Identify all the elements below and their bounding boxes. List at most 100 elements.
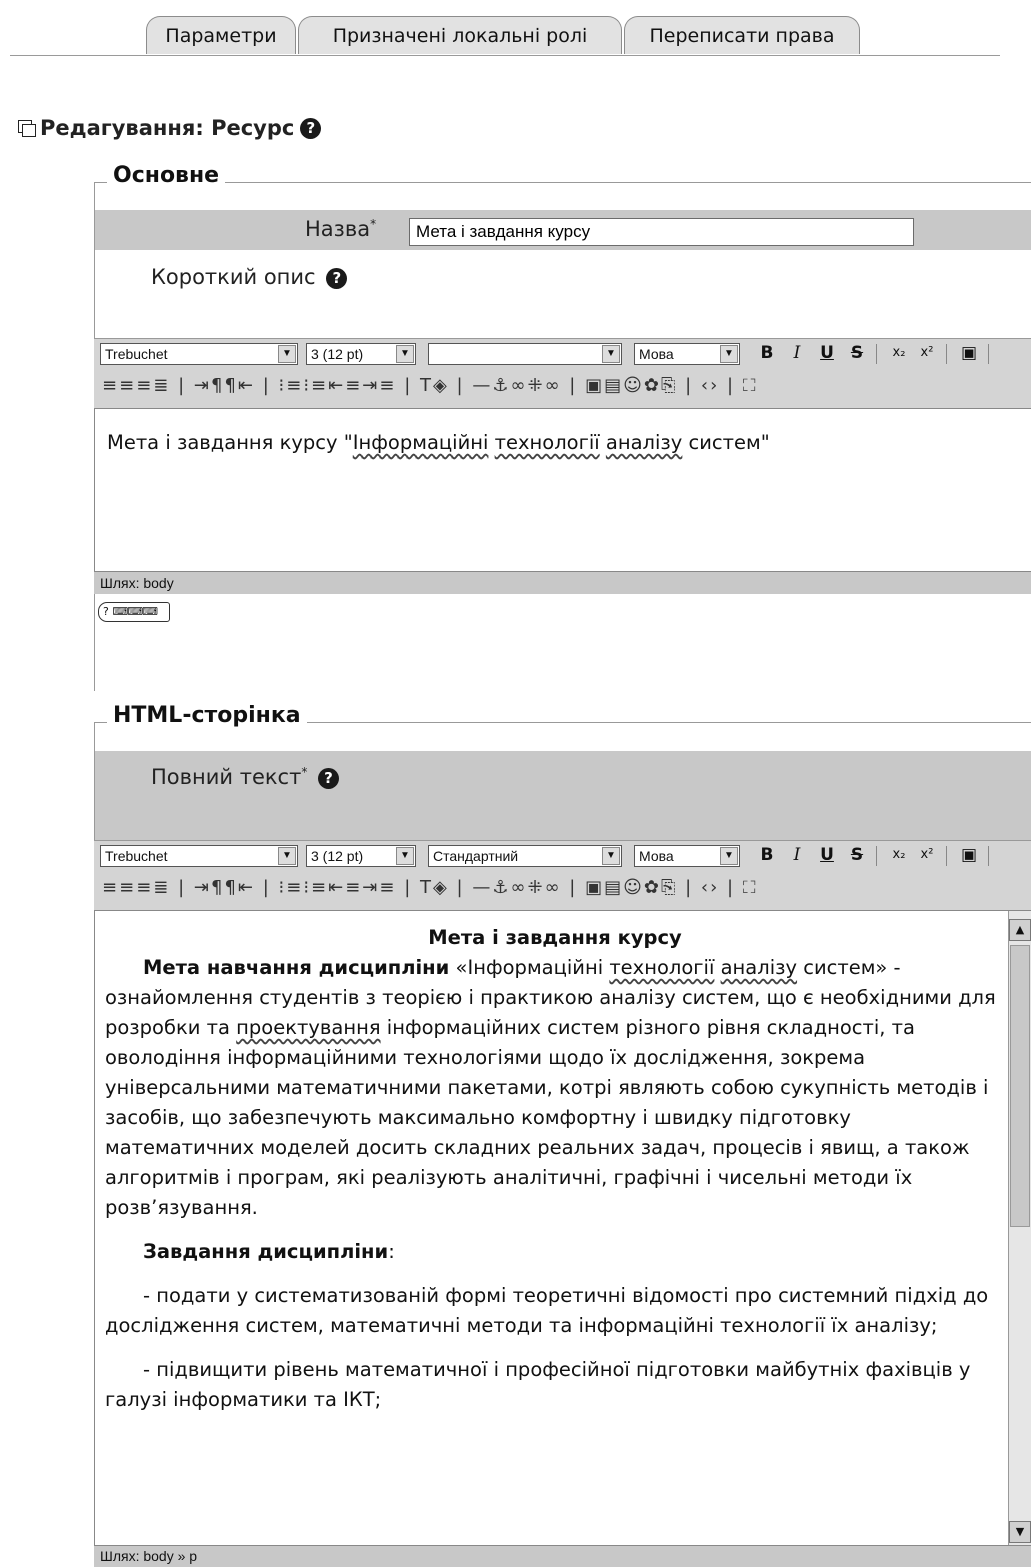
tab-parameters[interactable]: Параметри (146, 16, 296, 54)
font-select[interactable]: Trebuchet ▼ (100, 343, 298, 365)
page-title-text: Редагування: Ресурс (40, 116, 295, 140)
text-color-icon[interactable]: T (420, 877, 433, 898)
italic-button[interactable]: I (784, 844, 810, 866)
lang-select[interactable]: Мова ▼ (634, 343, 740, 365)
search-replace-icon[interactable]: ⎘ (661, 877, 677, 898)
collapse-icon[interactable] (18, 120, 36, 137)
clean-word-icon[interactable]: ▣ (956, 342, 982, 364)
scroll-up-icon[interactable]: ▲ (1009, 919, 1031, 941)
required-mark: * (370, 217, 377, 231)
clean-word-icon[interactable]: ▣ (956, 844, 982, 866)
subscript-button[interactable]: x₂ (886, 844, 912, 866)
style-select[interactable]: Стандартний ▼ (428, 845, 622, 867)
size-select[interactable]: 3 (12 pt) ▼ (306, 343, 416, 365)
link-icon[interactable]: ∞ (510, 877, 527, 898)
outdent-icon[interactable]: ⇤≡ (328, 877, 362, 898)
html-source-icon[interactable]: ‹› (701, 375, 719, 396)
bg-color-icon[interactable]: ◈ (433, 877, 449, 898)
indent-icon[interactable]: ⇥≡ (362, 375, 396, 396)
image-icon[interactable]: ▣ (585, 877, 604, 898)
fulltext-editor[interactable]: Мета і завдання курсу Мета навчання дисц… (94, 910, 1031, 1546)
nolink-icon[interactable]: ∞ (545, 375, 562, 396)
hr-icon[interactable]: — (472, 877, 492, 898)
table-icon[interactable]: ▤ (604, 375, 623, 396)
content-paragraph: - подати у систематизованій формі теорет… (105, 1284, 989, 1337)
ordered-list-icon[interactable]: ⁝≡ (279, 877, 304, 898)
bg-color-icon[interactable]: ◈ (433, 375, 449, 396)
legend-general: Основне (107, 163, 226, 188)
nolink-icon[interactable]: ∞ (545, 877, 562, 898)
unlink-icon[interactable]: ⁜ (527, 877, 544, 898)
editor-scrollbar[interactable]: ▲ ▼ (1008, 911, 1031, 1545)
legend-html: HTML-сторінка (107, 703, 307, 728)
summary-label: Короткий опис ? (151, 265, 348, 289)
toolbar-separator (946, 846, 947, 866)
smiley-icon[interactable]: ☺ (623, 877, 644, 898)
strike-button[interactable]: S (844, 342, 870, 364)
font-select[interactable]: Trebuchet ▼ (100, 845, 298, 867)
toolbar-separator (988, 846, 989, 866)
scroll-thumb[interactable] (1010, 945, 1030, 1227)
underline-button[interactable]: U (814, 844, 840, 866)
unlink-icon[interactable]: ⁜ (527, 375, 544, 396)
fullscreen-icon[interactable]: ⛶ (743, 375, 758, 396)
underline-button[interactable]: U (814, 342, 840, 364)
superscript-button[interactable]: x² (914, 844, 940, 866)
size-select[interactable]: 3 (12 pt) ▼ (306, 845, 416, 867)
text-color-icon[interactable]: T (420, 375, 433, 396)
fulltext-content: Мета і завдання курсу Мета навчання дисц… (105, 923, 1005, 1415)
fulltext-help-icon[interactable]: ? (318, 767, 340, 789)
rtl-icon[interactable]: ¶⇤ (224, 375, 255, 396)
special-char-icon[interactable]: ✿ (644, 375, 661, 396)
toolbar-row2: ≡≡≡≣ | ⇥¶¶⇤ | ⁝≡⁝≡⇤≡⇥≡ | T◈ | —⚓∞⁜∞ | ▣▤… (102, 877, 758, 898)
tab-bar: Параметри Призначені локальні ролі Переп… (0, 0, 1031, 58)
align-left-icon[interactable]: ≡ (102, 877, 119, 898)
link-icon[interactable]: ∞ (510, 375, 527, 396)
subscript-button[interactable]: x₂ (886, 342, 912, 364)
content-paragraph: Мета навчання дисципліни «Інформаційні т… (105, 956, 996, 1219)
ltr-icon[interactable]: ⇥¶ (194, 877, 225, 898)
image-icon[interactable]: ▣ (585, 375, 604, 396)
italic-button[interactable]: I (784, 342, 810, 364)
summary-editor[interactable]: Мета і завдання курсу "Інформаційні техн… (94, 408, 1031, 572)
bold-button[interactable]: B (754, 342, 780, 364)
search-replace-icon[interactable]: ⎘ (661, 375, 677, 396)
align-center-icon[interactable]: ≡ (119, 877, 136, 898)
hr-icon[interactable]: — (472, 375, 492, 396)
summary-help-icon[interactable]: ? (326, 267, 348, 289)
table-icon[interactable]: ▤ (604, 877, 623, 898)
outdent-icon[interactable]: ⇤≡ (328, 375, 362, 396)
scroll-down-icon[interactable]: ▼ (1009, 1521, 1031, 1543)
content-heading: Мета і завдання курсу (428, 926, 682, 949)
html-source-icon[interactable]: ‹› (701, 877, 719, 898)
align-right-icon[interactable]: ≡ (136, 375, 153, 396)
toolbar-separator (876, 344, 877, 364)
justify-icon[interactable]: ≣ (153, 877, 170, 898)
bold-button[interactable]: B (754, 844, 780, 866)
superscript-button[interactable]: x² (914, 342, 940, 364)
lang-select[interactable]: Мова ▼ (634, 845, 740, 867)
ordered-list-icon[interactable]: ⁝≡ (279, 375, 304, 396)
align-center-icon[interactable]: ≡ (119, 375, 136, 396)
align-left-icon[interactable]: ≡ (102, 375, 119, 396)
page-title: Редагування: Ресурс ? (18, 116, 322, 140)
style-select[interactable]: ▼ (428, 343, 622, 365)
rtl-icon[interactable]: ¶⇤ (224, 877, 255, 898)
ltr-icon[interactable]: ⇥¶ (194, 375, 225, 396)
smiley-icon[interactable]: ☺ (623, 375, 644, 396)
indent-icon[interactable]: ⇥≡ (362, 877, 396, 898)
special-char-icon[interactable]: ✿ (644, 877, 661, 898)
fullscreen-icon[interactable]: ⛶ (743, 877, 758, 898)
name-input[interactable] (409, 218, 914, 246)
help-icon[interactable]: ? (300, 117, 322, 139)
justify-icon[interactable]: ≣ (153, 375, 170, 396)
align-right-icon[interactable]: ≡ (136, 877, 153, 898)
keyboard-help-button[interactable]: ? ⌨⌨⌨ (98, 602, 170, 622)
anchor-icon[interactable]: ⚓ (492, 375, 510, 396)
tab-local-roles[interactable]: Призначені локальні ролі (298, 16, 622, 54)
tab-override-permissions[interactable]: Переписати права (624, 16, 860, 54)
anchor-icon[interactable]: ⚓ (492, 877, 510, 898)
unordered-list-icon[interactable]: ⁝≡ (303, 877, 328, 898)
strike-button[interactable]: S (844, 844, 870, 866)
unordered-list-icon[interactable]: ⁝≡ (303, 375, 328, 396)
